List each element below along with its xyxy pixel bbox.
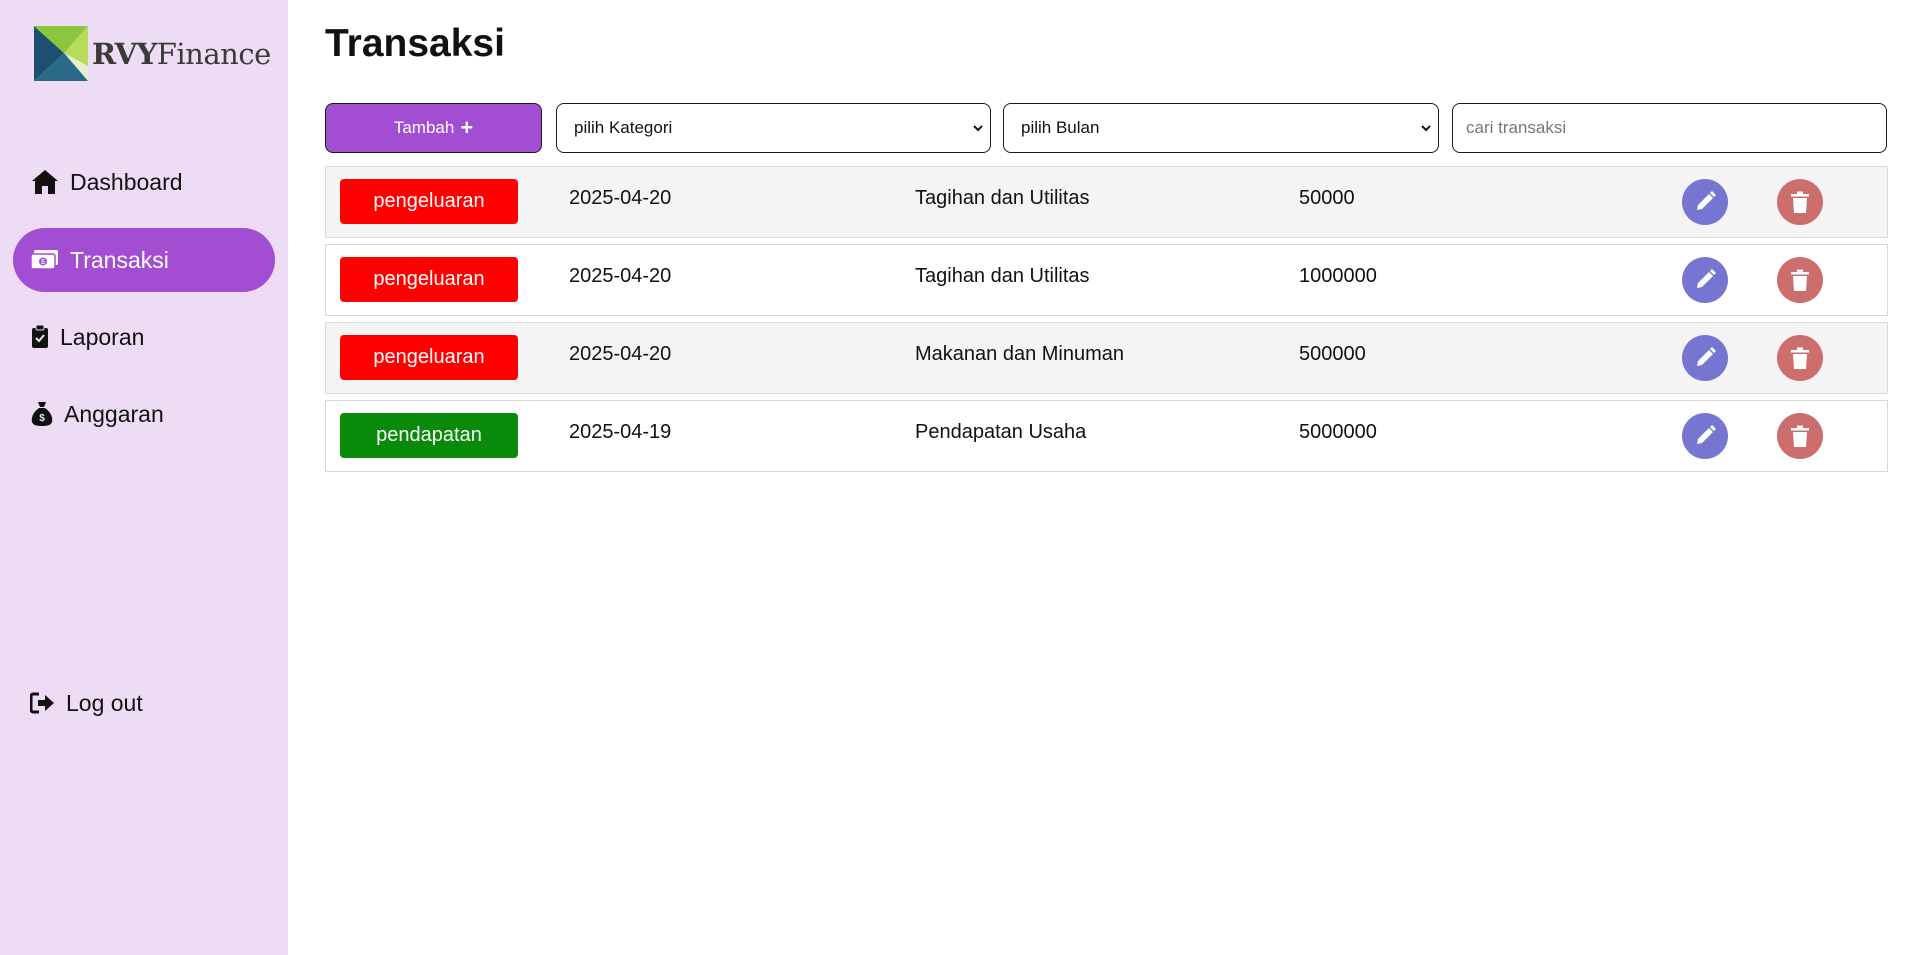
brand-name: RVYFinance — [92, 36, 271, 71]
date-cell: 2025-04-20 — [569, 187, 672, 209]
amount-cell: 50000 — [1299, 187, 1355, 209]
search-input[interactable] — [1452, 103, 1887, 153]
edit-button[interactable] — [1682, 179, 1728, 225]
table-row: pengeluaran 2025-04-20 Tagihan dan Utili… — [325, 244, 1888, 316]
delete-button[interactable] — [1777, 335, 1823, 381]
type-badge: pengeluaran — [340, 257, 518, 302]
date-cell: 2025-04-20 — [569, 343, 672, 365]
svg-text:$: $ — [41, 259, 45, 266]
add-button-label: Tambah — [393, 118, 455, 137]
sidebar-item-laporan[interactable]: Laporan — [13, 305, 275, 369]
transaction-table: pengeluaran 2025-04-20 Tagihan dan Utili… — [325, 166, 1888, 478]
category-cell: Tagihan dan Utilitas — [915, 265, 1090, 287]
clipboard-check-icon — [30, 322, 50, 352]
edit-button[interactable] — [1682, 335, 1728, 381]
add-transaction-button[interactable]: Tambah + — [325, 103, 542, 153]
sidebar-item-anggaran[interactable]: $ Anggaran — [13, 382, 275, 446]
trash-icon — [1791, 347, 1809, 369]
date-cell: 2025-04-19 — [569, 421, 672, 443]
brand-logo[interactable]: RVYFinance — [34, 26, 271, 81]
table-row: pengeluaran 2025-04-20 Tagihan dan Utili… — [325, 166, 1888, 238]
category-cell: Makanan dan Minuman — [915, 343, 1125, 365]
pencil-icon — [1697, 269, 1716, 288]
table-row: pendapatan 2025-04-19 Pendapatan Usaha 5… — [325, 400, 1888, 472]
edit-button[interactable] — [1682, 413, 1728, 459]
logout-button[interactable]: Log out — [13, 671, 275, 735]
type-badge: pendapatan — [340, 413, 518, 458]
logout-label: Log out — [66, 689, 143, 716]
pencil-icon — [1697, 425, 1716, 444]
type-badge: pengeluaran — [340, 179, 518, 224]
logo-mark-icon — [34, 26, 88, 81]
home-icon — [30, 167, 60, 197]
category-cell: Pendapatan Usaha — [915, 421, 1087, 443]
date-cell: 2025-04-20 — [569, 265, 672, 287]
sidebar-item-label: Laporan — [60, 323, 145, 350]
money-bag-icon: $ — [30, 399, 54, 429]
sidebar-item-label: Dashboard — [70, 168, 183, 195]
sidebar-item-label: Transaksi — [70, 246, 169, 273]
edit-button[interactable] — [1682, 257, 1728, 303]
amount-cell: 5000000 — [1299, 421, 1377, 443]
trash-icon — [1791, 191, 1809, 213]
month-select-value: pilih Bulan — [1021, 118, 1100, 137]
sidebar-item-dashboard[interactable]: Dashboard — [13, 150, 275, 214]
page-title: Transaksi — [325, 22, 505, 65]
category-select[interactable]: pilih Kategori — [556, 103, 991, 153]
chevron-down-icon — [973, 125, 983, 132]
category-select-value: pilih Kategori — [574, 118, 673, 137]
amount-cell: 500000 — [1299, 343, 1366, 365]
pencil-icon — [1697, 191, 1716, 210]
category-cell: Tagihan dan Utilitas — [915, 187, 1090, 209]
logout-icon — [30, 688, 56, 718]
delete-button[interactable] — [1777, 257, 1823, 303]
sidebar-item-label: Anggaran — [64, 400, 164, 427]
trash-icon — [1791, 425, 1809, 447]
amount-cell: 1000000 — [1299, 265, 1377, 287]
delete-button[interactable] — [1777, 179, 1823, 225]
month-select[interactable]: pilih Bulan — [1003, 103, 1439, 153]
pencil-icon — [1697, 347, 1716, 366]
trash-icon — [1791, 269, 1809, 291]
table-row: pengeluaran 2025-04-20 Makanan dan Minum… — [325, 322, 1888, 394]
svg-text:$: $ — [39, 413, 45, 424]
delete-button[interactable] — [1777, 413, 1823, 459]
type-badge: pengeluaran — [340, 335, 518, 380]
money-icon: $ — [30, 245, 60, 275]
chevron-down-icon — [1421, 125, 1431, 132]
sidebar: RVYFinance Dashboard $ Transaksi Laporan… — [0, 0, 288, 955]
plus-icon: + — [460, 115, 474, 140]
sidebar-item-transaksi[interactable]: $ Transaksi — [13, 228, 275, 292]
